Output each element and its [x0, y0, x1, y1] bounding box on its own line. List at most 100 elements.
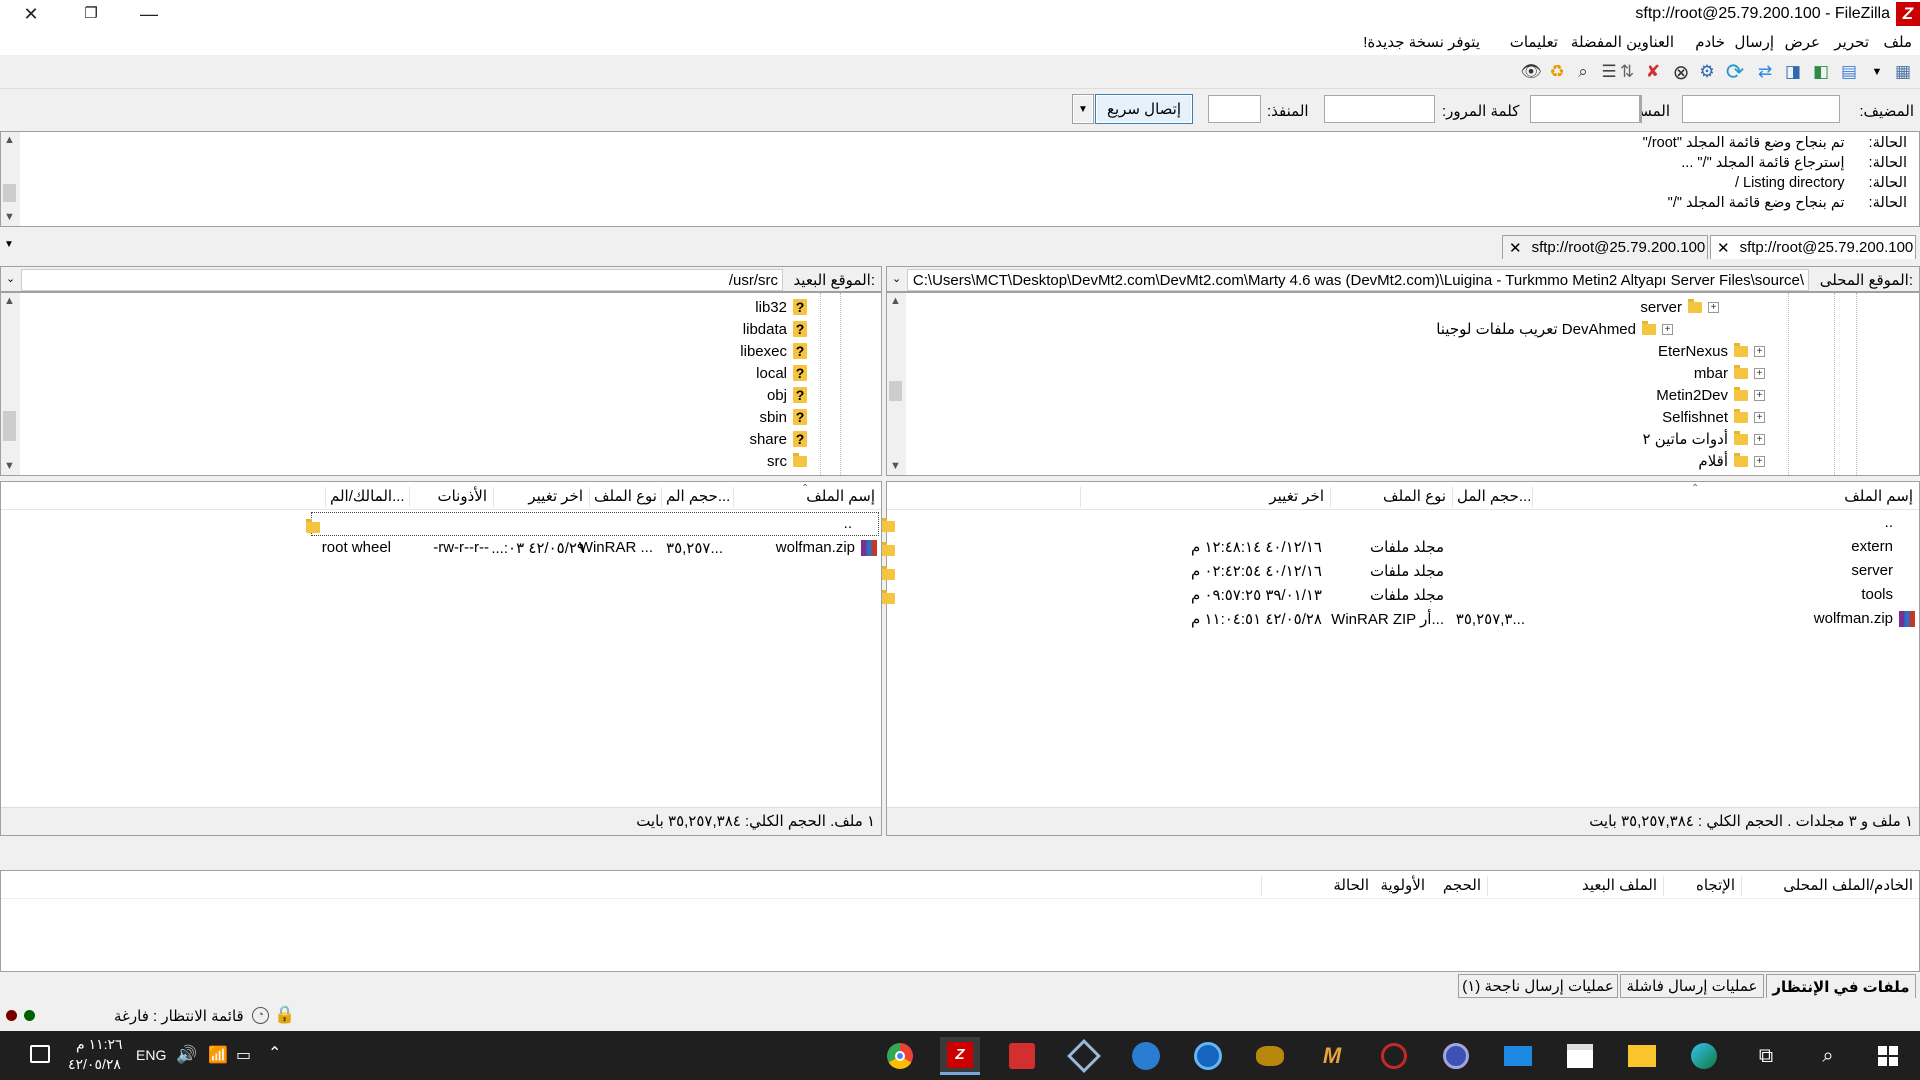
menu-file[interactable]: ملف — [1883, 33, 1912, 51]
wifi-icon[interactable]: 📶 — [208, 1045, 228, 1065]
col-size[interactable]: حجم المل... — [1452, 487, 1532, 507]
col-type[interactable]: نوع الملف — [1330, 487, 1452, 507]
speed-limit-icon[interactable]: ◔ — [252, 1007, 269, 1024]
search-remote-files-icon[interactable]: ⌕ — [1570, 59, 1596, 85]
tree-item[interactable]: Metin2Dev + — [1656, 384, 1765, 406]
tree-item[interactable]: أقلام + — [1698, 450, 1765, 472]
queue-col-direction[interactable]: الإتجاه — [1663, 876, 1741, 896]
expand-icon[interactable]: + — [1754, 367, 1765, 379]
col-type[interactable]: نوع الملف — [589, 487, 661, 507]
col-owner[interactable]: المالك/الم... — [325, 487, 409, 507]
file-row[interactable]: tools مجلد ملفات ٣٩/٠١/١٣ ٠٩:٥٧:٢٥ م — [881, 583, 1919, 607]
col-permissions[interactable]: الأذونات — [409, 487, 493, 507]
notifications-icon[interactable] — [30, 1045, 50, 1063]
tree-item[interactable]: server + — [1640, 296, 1719, 318]
store-app-icon[interactable] — [1560, 1037, 1600, 1075]
app-icon[interactable] — [1188, 1037, 1228, 1075]
tree-item[interactable]: EterNexus + — [1658, 340, 1765, 362]
tree-item[interactable]: obj? — [767, 384, 807, 406]
app-icon[interactable] — [1126, 1037, 1166, 1075]
scroll-up-icon[interactable]: ▲ — [887, 293, 904, 310]
refresh-icon[interactable]: ⟳ — [1722, 59, 1748, 85]
menu-edit[interactable]: تحرير — [1834, 33, 1869, 51]
edge-app-icon[interactable] — [1684, 1037, 1724, 1075]
toggle-transfer-queue-icon[interactable]: ⇄ — [1752, 59, 1778, 85]
file-row[interactable]: wolfman.zip ٣٥,٢٥٧... WinRAR ... ٤٢/٠٥/٢… — [1, 536, 881, 560]
tree-item[interactable]: sbin? — [759, 406, 807, 428]
tree-item[interactable]: lib32? — [755, 296, 807, 318]
tree-item[interactable]: src — [767, 450, 807, 472]
menu-server[interactable]: خادم — [1695, 33, 1725, 51]
virtualbox-app-icon[interactable] — [1064, 1037, 1104, 1075]
tab-connection-2[interactable]: ✕ sftp://root@25.79.200.100 — [1502, 235, 1708, 259]
task-view-icon[interactable]: ⧉ — [1746, 1037, 1786, 1075]
cancel-operation-icon[interactable]: ⊗ — [1668, 59, 1694, 85]
tree-item[interactable]: libdata? — [743, 318, 807, 340]
close-window-button[interactable]: ✕ — [8, 0, 54, 29]
col-name[interactable]: إسم الملف — [1532, 487, 1919, 507]
tab-close-icon[interactable]: ✕ — [1509, 239, 1522, 257]
remote-path-dropdown-icon[interactable]: ⌄ — [6, 272, 15, 285]
start-windows-icon[interactable] — [1868, 1037, 1908, 1075]
tree-item[interactable]: libexec? — [740, 340, 807, 362]
col-modified[interactable]: اخر تغيير — [493, 487, 589, 507]
expand-icon[interactable]: + — [1754, 411, 1765, 423]
restore-window-button[interactable]: ❐ — [68, 0, 114, 29]
site-manager-icon[interactable]: ▦ — [1890, 59, 1916, 85]
metin2-app-icon[interactable]: M — [1312, 1037, 1352, 1075]
filezilla-app-icon[interactable]: Z — [940, 1037, 980, 1075]
menu-bookmarks[interactable]: العناوين المفضلة — [1571, 33, 1674, 51]
menu-view[interactable]: عرض — [1785, 33, 1820, 51]
expand-icon[interactable]: + — [1754, 345, 1765, 357]
local-path-dropdown-icon[interactable]: ⌄ — [892, 272, 901, 285]
game-app-icon[interactable] — [1250, 1037, 1290, 1075]
host-input[interactable] — [1682, 95, 1840, 123]
app-icon[interactable] — [1436, 1037, 1476, 1075]
tab-failed-transfers[interactable]: عمليات إرسال فاشلة — [1620, 974, 1764, 998]
col-modified[interactable]: اخر تغيير — [1080, 487, 1330, 507]
sync-browsing-icon[interactable]: ♻ — [1544, 59, 1570, 85]
expand-icon[interactable]: + — [1754, 389, 1765, 401]
pdf-app-icon[interactable] — [1002, 1037, 1042, 1075]
volume-icon[interactable]: 🔊 — [176, 1045, 197, 1065]
menu-new-version[interactable]: يتوفر نسخة جديدة! — [1363, 33, 1480, 51]
scroll-down-icon[interactable]: ▼ — [1, 209, 18, 226]
local-path-input[interactable]: C:\Users\MCT\Desktop\DevMt2.com\DevMt2.c… — [907, 269, 1809, 291]
battery-icon[interactable]: ▭ — [236, 1045, 251, 1065]
col-name[interactable]: إسم الملف — [733, 487, 881, 507]
menu-transfer[interactable]: إرسال — [1735, 33, 1774, 51]
clock-date[interactable]: ٤٢/٠٥/٢٨ — [68, 1056, 121, 1073]
expand-icon[interactable]: + — [1708, 301, 1719, 313]
port-input[interactable] — [1208, 95, 1261, 123]
queue-col-priority[interactable]: الأولوية — [1375, 876, 1431, 896]
chrome-app-icon[interactable] — [880, 1037, 920, 1075]
minimize-window-button[interactable]: — — [126, 0, 172, 29]
quickconnect-button[interactable]: إتصال سريع — [1095, 94, 1193, 124]
tab-successful-transfers[interactable]: عمليات إرسال ناجحة (١) — [1458, 974, 1618, 998]
file-row[interactable]: .. — [306, 512, 879, 536]
queue-col-remote-file[interactable]: الملف البعيد — [1487, 876, 1663, 896]
tree-item[interactable]: share? — [749, 428, 807, 450]
col-size[interactable]: حجم الم... — [661, 487, 733, 507]
mail-app-icon[interactable] — [1498, 1037, 1538, 1075]
tree-item[interactable]: local? — [756, 362, 807, 384]
queue-col-size[interactable]: الحجم — [1431, 876, 1487, 896]
expand-icon[interactable]: + — [1754, 455, 1765, 467]
clock-time[interactable]: ١١:٢٦ م — [76, 1036, 123, 1053]
tree-item[interactable]: تعريب ملفات لوجينا DevAhmed + — [1436, 318, 1673, 340]
search-icon[interactable]: ⌕ — [1808, 1037, 1848, 1075]
file-row[interactable]: server مجلد ملفات ٤٠/١٢/١٦ ٠٢:٤٢:٥٤ م — [881, 559, 1919, 583]
tree-item[interactable]: أدوات ماتين ٢ + — [1642, 428, 1765, 450]
find-files-binoculars-icon[interactable]: 👁 — [1518, 59, 1544, 85]
toggle-local-tree-icon[interactable]: ◧ — [1808, 59, 1834, 85]
tree-item[interactable]: mbar + — [1694, 362, 1765, 384]
tab-connection-1[interactable]: ✕ sftp://root@25.79.200.100 — [1710, 235, 1916, 259]
scroll-down-icon[interactable]: ▼ — [1, 458, 18, 475]
toggle-remote-tree-icon[interactable]: ◨ — [1780, 59, 1806, 85]
scroll-up-icon[interactable]: ▲ — [1, 293, 18, 310]
file-row[interactable]: wolfman.zip ٣٥,٢٥٧,٣... WinRAR ZIP أر...… — [887, 607, 1919, 631]
directory-comparison-icon[interactable]: ☰ — [1596, 59, 1622, 85]
app-icon[interactable] — [1374, 1037, 1414, 1075]
remote-path-input[interactable]: /usr/src — [21, 269, 783, 291]
password-input[interactable] — [1324, 95, 1435, 123]
